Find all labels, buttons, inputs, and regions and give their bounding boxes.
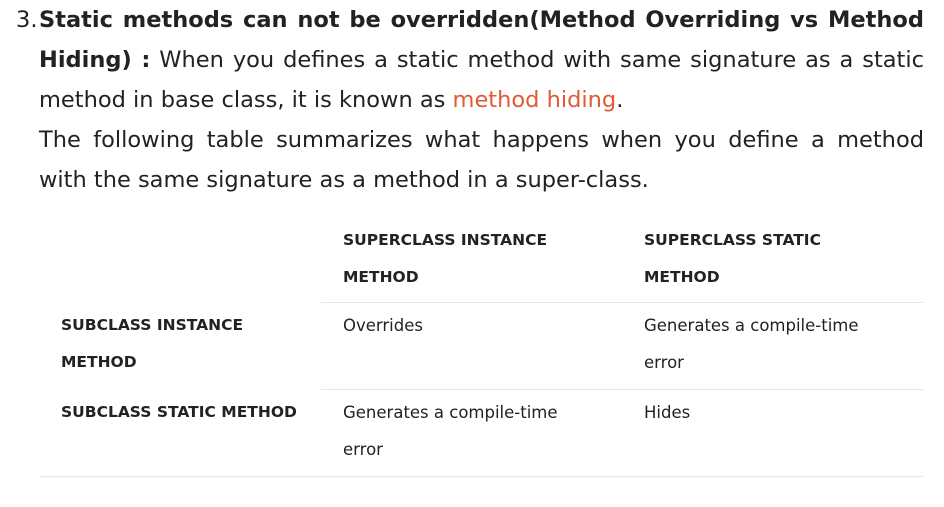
list-item-body: Static methods can not be overridden(Met…	[39, 0, 924, 200]
paragraph-2: The following table summarizes what happ…	[39, 127, 924, 193]
table-cell: Generates a compile-time error	[321, 389, 622, 477]
table-corner-cell	[39, 218, 321, 303]
table-cell: Generates a compile-time error	[622, 302, 923, 390]
row-header-subclass-static: SUBCLASS STATIC METHOD	[39, 389, 321, 477]
table-row: SUBCLASS STATIC METHOD Generates a compi…	[39, 389, 923, 477]
table-cell: Hides	[622, 389, 923, 477]
list-item-3: 3. Static methods can not be overridden(…	[16, 0, 924, 200]
table-header-row: SUPERCLASS INSTANCE METHOD SUPERCLASS ST…	[39, 218, 923, 303]
table-cell: Overrides	[321, 302, 622, 390]
header-superclass-instance: SUPERCLASS INSTANCE METHOD	[321, 218, 622, 303]
list-number: 3.	[16, 7, 38, 33]
paragraph-end: .	[616, 87, 624, 113]
method-hiding-link[interactable]: method hiding	[453, 87, 617, 113]
table-row: SUBCLASS INSTANCE METHOD Overrides Gener…	[39, 302, 923, 390]
header-superclass-static: SUPERCLASS STATIC METHOD	[622, 218, 923, 303]
row-header-subclass-instance: SUBCLASS INSTANCE METHOD	[61, 315, 244, 371]
paragraph-1: Static methods can not be overridden(Met…	[39, 0, 924, 120]
comparison-table: SUPERCLASS INSTANCE METHOD SUPERCLASS ST…	[39, 218, 923, 477]
